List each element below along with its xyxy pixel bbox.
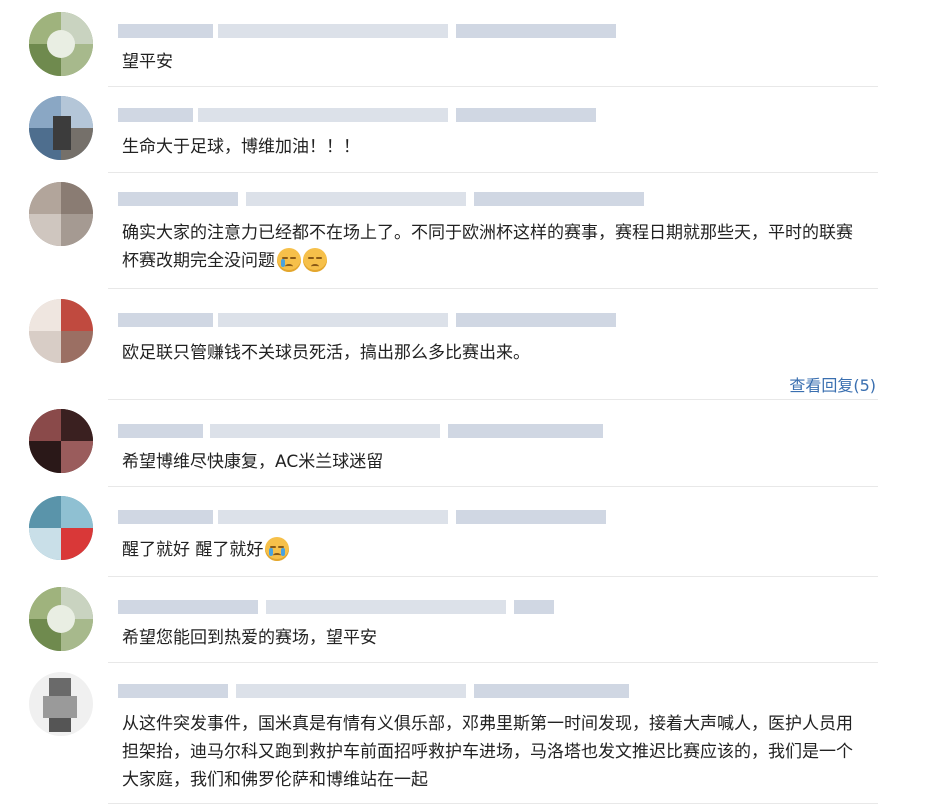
avatar[interactable] — [29, 182, 93, 246]
comment-text: 醒了就好 醒了就好 — [122, 536, 882, 564]
comment-meta-blurred — [118, 596, 678, 616]
divider — [108, 86, 878, 87]
divider — [108, 172, 878, 173]
comment-list: 望平安 生命大于足球，博维加油！！！ 确实大家的注意力已经都不在场上了。不同于欧… — [0, 0, 931, 806]
avatar[interactable] — [29, 409, 93, 473]
avatar[interactable] — [29, 672, 93, 736]
avatar[interactable] — [29, 96, 93, 160]
comment-meta-blurred — [118, 188, 678, 208]
comment-meta-blurred — [118, 20, 678, 40]
divider — [108, 803, 878, 804]
avatar[interactable] — [29, 299, 93, 363]
divider — [108, 576, 878, 577]
loudly-crying-face-icon — [265, 537, 290, 561]
comment-text-line: 从这件突发事件，国米真是有情有义俱乐部，邓弗里斯第一时间发现，接着大声喊人，医护… — [122, 714, 853, 734]
avatar[interactable] — [29, 12, 93, 76]
divider — [108, 288, 878, 289]
comment-meta-blurred — [118, 680, 678, 700]
comment-text: 确实大家的注意力已经都不在场上了。不同于欧洲杯这样的赛事，赛程日期就那些天，平时… — [122, 219, 882, 275]
comment-text-line: 大家庭，我们和佛罗伦萨和博维站在一起 — [122, 770, 428, 790]
comment-text: 欧足联只管赚钱不关球员死活，搞出那么多比赛出来。 — [122, 343, 530, 363]
crying-face-icon — [277, 248, 301, 272]
comment-meta-blurred — [118, 420, 678, 440]
comment-meta-blurred — [118, 309, 678, 329]
comment-meta-blurred — [118, 104, 678, 124]
divider — [108, 486, 878, 487]
comment-text: 从这件突发事件，国米真是有情有义俱乐部，邓弗里斯第一时间发现，接着大声喊人，医护… — [122, 710, 882, 794]
view-replies-link[interactable]: 查看回复(5) — [789, 372, 876, 396]
divider — [108, 399, 878, 400]
comment-text: 望平安 — [122, 52, 173, 72]
comment-text: 生命大于足球，博维加油！！！ — [122, 137, 360, 157]
comment-text-line: 担架抬，迪马尔科又跑到救护车前面招呼救护车进场，马洛塔也发文推迟比赛应该的，我们… — [122, 742, 853, 762]
comment-text: 希望您能回到热爱的赛场，望平安 — [122, 628, 377, 648]
sad-face-icon — [303, 248, 327, 272]
comment-text-line: 杯赛改期完全没问题 — [122, 247, 882, 275]
divider — [108, 662, 878, 663]
avatar[interactable] — [29, 496, 93, 560]
comment-text: 希望博维尽快康复，AC米兰球迷留 — [122, 452, 384, 472]
comment-text-line: 确实大家的注意力已经都不在场上了。不同于欧洲杯这样的赛事，赛程日期就那些天，平时… — [122, 223, 853, 243]
avatar[interactable] — [29, 587, 93, 651]
comment-meta-blurred — [118, 506, 678, 526]
